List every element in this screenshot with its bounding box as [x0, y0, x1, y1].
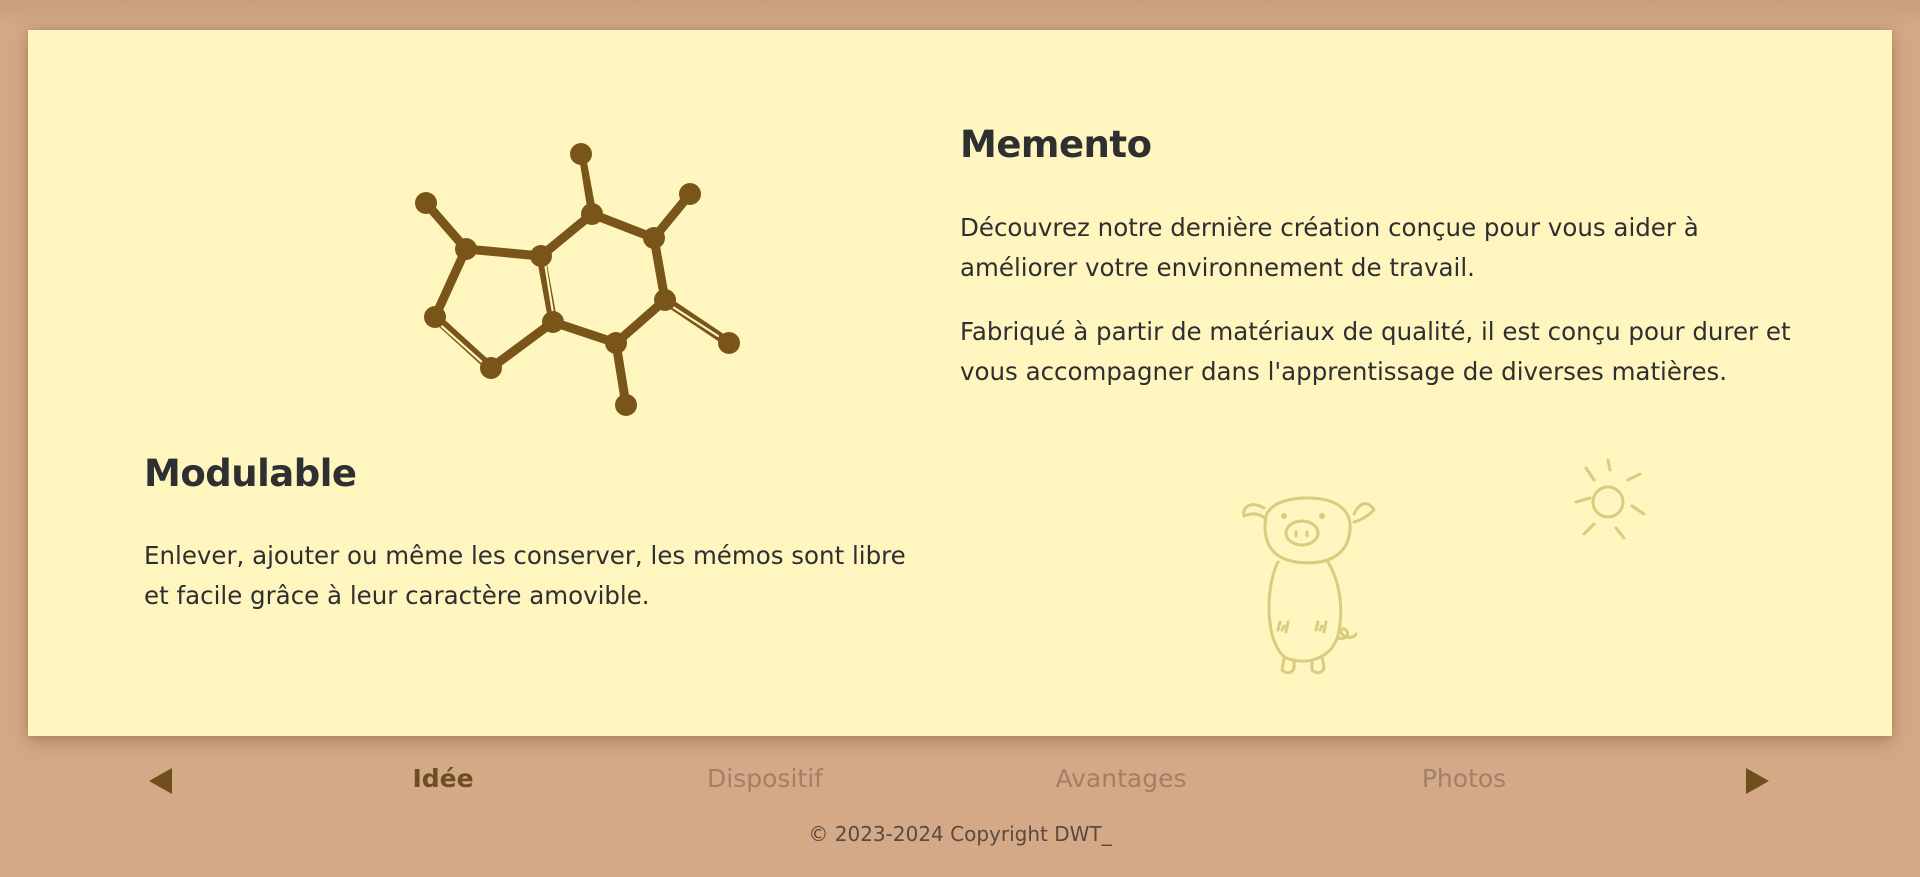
sun-doodle-icon	[1574, 458, 1646, 540]
tab-avantages[interactable]: Avantages	[1056, 764, 1187, 793]
modulable-title: Modulable	[144, 452, 357, 495]
tab-idee[interactable]: Idée	[412, 764, 473, 793]
memento-paragraph-2: Fabriqué à partir de matériaux de qualit…	[960, 317, 1791, 386]
modulable-paragraph: Enlever, ajouter ou même les conserver, …	[144, 541, 906, 610]
footer-copyright: © 2023-2024 Copyright DWT_	[808, 822, 1112, 846]
triangle-left-icon	[149, 768, 172, 794]
top-shadow	[0, 0, 1920, 30]
section-navigation: Idée Dispositif Avantages Photos	[0, 736, 1920, 826]
tab-dispositif[interactable]: Dispositif	[707, 764, 823, 793]
pig-doodle-icon	[1242, 496, 1376, 675]
content-card: Memento Découvrez notre dernière créatio…	[28, 30, 1892, 736]
caffeine-molecule-icon	[415, 143, 740, 416]
previous-button[interactable]	[146, 766, 176, 796]
triangle-right-icon	[1746, 768, 1769, 794]
next-button[interactable]	[1742, 766, 1772, 796]
memento-paragraph-1: Découvrez notre dernière création conçue…	[960, 213, 1699, 282]
memento-title: Memento	[960, 123, 1152, 166]
tab-photos[interactable]: Photos	[1422, 764, 1506, 793]
